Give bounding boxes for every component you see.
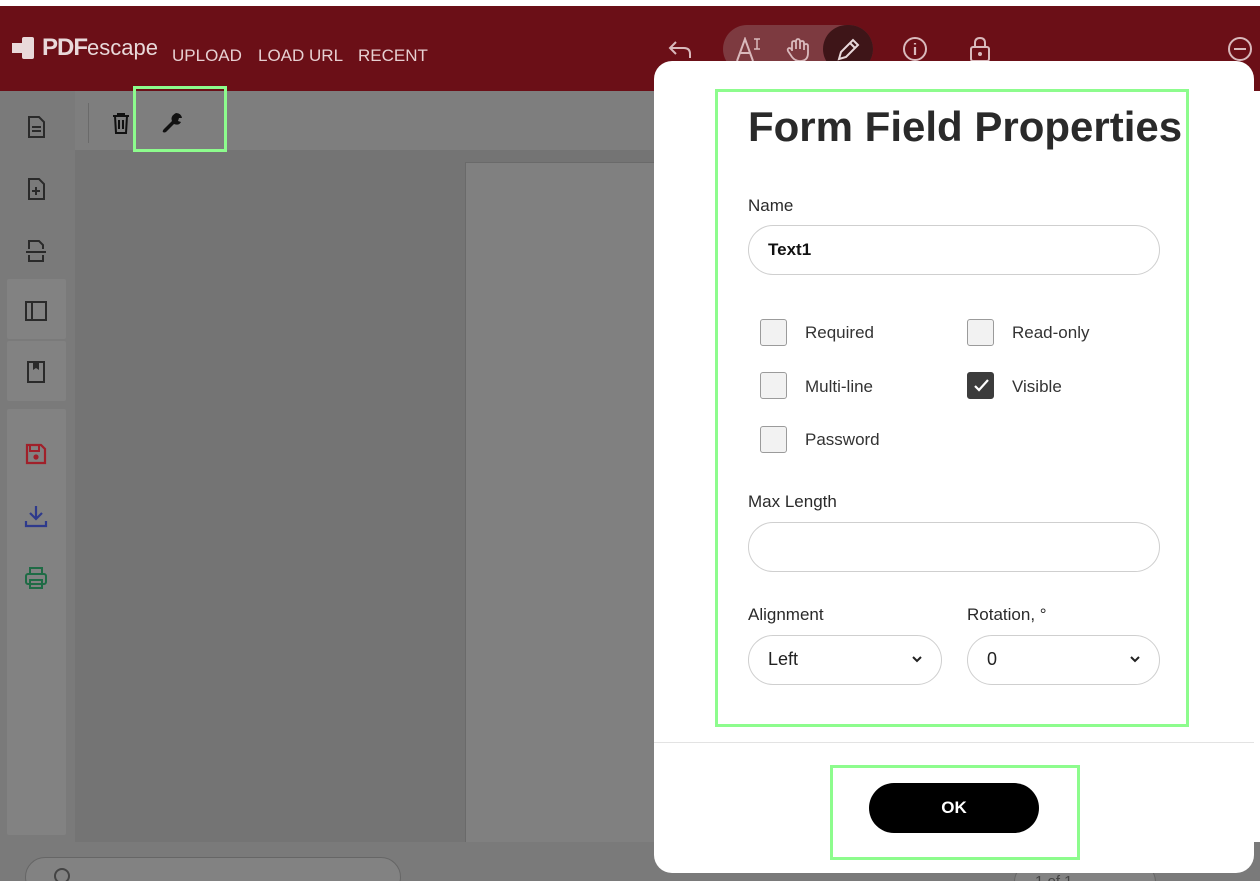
toolbar-divider xyxy=(88,103,89,143)
download-icon[interactable] xyxy=(24,504,48,528)
text-tool-icon[interactable] xyxy=(735,37,763,63)
search-input[interactable] xyxy=(25,857,401,881)
hand-tool-icon[interactable] xyxy=(785,37,811,63)
logo-text-light: escape xyxy=(87,35,158,60)
nav-load-url[interactable]: LOAD URL xyxy=(258,46,343,66)
undo-icon[interactable] xyxy=(668,38,694,60)
print-icon[interactable] xyxy=(24,566,48,590)
page-indicator: 1 of 1 xyxy=(1035,873,1073,881)
logo-mark-icon xyxy=(12,37,36,59)
nav-upload[interactable]: UPLOAD xyxy=(172,46,242,66)
save-icon[interactable] xyxy=(24,442,48,466)
highlight-ok-button xyxy=(830,765,1080,860)
split-page-icon[interactable] xyxy=(24,239,48,263)
left-sidebar xyxy=(0,91,75,881)
pencil-icon[interactable] xyxy=(835,37,861,63)
nav-recent[interactable]: RECENT xyxy=(358,46,428,66)
add-page-icon[interactable] xyxy=(24,177,48,201)
pdf-page[interactable] xyxy=(465,162,685,842)
dialog-divider xyxy=(654,742,1254,743)
lock-icon[interactable] xyxy=(968,35,992,63)
search-icon xyxy=(54,868,70,881)
bookmark-icon[interactable] xyxy=(24,360,48,384)
trash-icon[interactable] xyxy=(111,112,131,134)
document-icon[interactable] xyxy=(24,115,48,139)
minus-circle-icon[interactable] xyxy=(1227,36,1253,62)
highlight-wrench-tool xyxy=(133,86,227,152)
sidebar-group-file xyxy=(7,409,66,835)
pdfescape-logo[interactable]: PDF escape xyxy=(12,34,158,62)
logo-text-bold: PDF xyxy=(42,34,88,61)
highlight-dialog-content xyxy=(715,89,1189,727)
info-icon[interactable] xyxy=(902,36,928,62)
app-root: PDF escape UPLOAD LOAD URL RECENT Form F… xyxy=(0,0,1260,881)
sidebar-panel-icon[interactable] xyxy=(24,299,48,323)
